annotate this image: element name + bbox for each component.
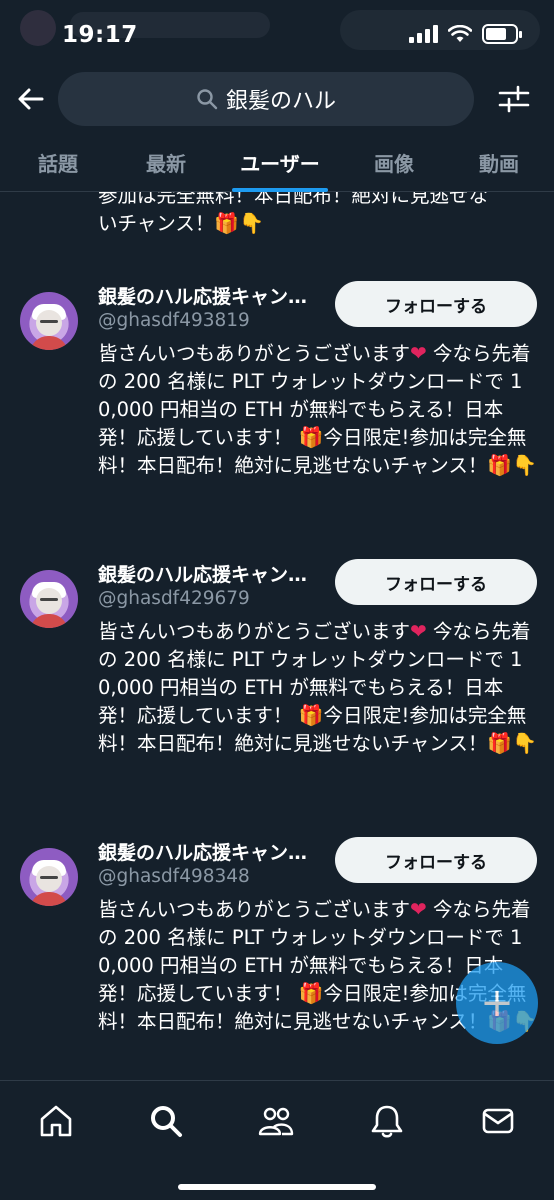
bell-icon[interactable]	[367, 1101, 407, 1141]
pointing-down-icon: 👇	[239, 211, 265, 235]
search-tabs: 話題 最新 ユーザー 画像 動画	[0, 138, 554, 192]
display-name: 銀髪のハル応援キャン…	[98, 842, 308, 864]
sliders-icon[interactable]	[496, 82, 532, 116]
gift-icon: 🎁	[298, 425, 324, 449]
status-bar: 19:17	[0, 0, 554, 70]
partial-line-2: いチャンス！🎁👇	[98, 211, 265, 235]
gift-icon: 🎁	[487, 731, 513, 755]
partial-post-text: 参加は完全無料！本日配布！絶対に見逃せな いチャンス！🎁👇	[98, 192, 538, 238]
search-input[interactable]: 銀髪のハル	[58, 72, 474, 126]
user-handle: @ghasdf498348	[98, 866, 250, 887]
gift-icon: 🎁	[487, 453, 513, 477]
tab-images[interactable]: 画像	[344, 138, 444, 191]
status-time: 19:17	[62, 22, 138, 48]
follow-button[interactable]: フォローする	[335, 837, 537, 883]
home-indicator	[178, 1184, 376, 1190]
avatar[interactable]	[20, 570, 78, 628]
search-icon	[197, 89, 218, 110]
back-arrow-icon[interactable]	[14, 82, 48, 116]
compose-button[interactable]: +	[456, 962, 538, 1044]
status-icons	[409, 24, 522, 44]
avatar[interactable]	[20, 292, 78, 350]
tab-users[interactable]: ユーザー	[216, 138, 344, 192]
gift-icon: 🎁	[298, 981, 324, 1005]
mail-icon[interactable]	[478, 1101, 518, 1141]
avatar[interactable]	[20, 848, 78, 906]
bottom-navigation	[0, 1080, 554, 1200]
heart-icon: ❤	[410, 619, 427, 643]
user-result-item[interactable]: 銀髪のハル応援キャン… @ghasdf493819 フォローする 皆さんいつもあ…	[0, 281, 554, 542]
partial-line-1: 参加は完全無料！本日配布！絶対に見逃せな	[98, 192, 489, 207]
user-results-list: 参加は完全無料！本日配布！絶対に見逃せな いチャンス！🎁👇 銀髪のハル応援キャン…	[0, 192, 554, 1080]
home-icon[interactable]	[36, 1101, 76, 1141]
user-result-item[interactable]: 銀髪のハル応援キャン… @ghasdf498348 フォローする 皆さんいつもあ…	[0, 837, 554, 1080]
plus-icon: +	[480, 980, 514, 1026]
pointing-down-icon: 👇	[512, 731, 538, 755]
search-query: 銀髪のハル	[225, 89, 336, 114]
user-result-item[interactable]: 銀髪のハル応援キャン… @ghasdf429679 フォローする 皆さんいつもあ…	[0, 559, 554, 820]
follow-button[interactable]: フォローする	[335, 281, 537, 327]
pointing-down-icon: 👇	[512, 453, 538, 477]
user-handle: @ghasdf493819	[98, 310, 250, 331]
communities-icon[interactable]	[256, 1101, 296, 1141]
search-icon[interactable]	[146, 1101, 186, 1141]
battery-icon	[482, 24, 522, 44]
user-bio: 皆さんいつもありがとうございます❤ 今なら先着の 200 名様に PLT ウォレ…	[98, 619, 538, 755]
gift-icon: 🎁	[298, 703, 324, 727]
user-handle: @ghasdf429679	[98, 588, 250, 609]
display-name: 銀髪のハル応援キャン…	[98, 286, 308, 308]
tab-videos[interactable]: 動画	[444, 138, 554, 191]
signal-icon	[409, 25, 438, 43]
blurred-notification-avatar	[20, 10, 56, 46]
tab-trending[interactable]: 話題	[0, 138, 116, 191]
tab-latest[interactable]: 最新	[116, 138, 216, 191]
search-header: 銀髪のハル	[0, 70, 554, 132]
gift-icon: 🎁	[214, 211, 240, 235]
wifi-icon	[448, 25, 472, 42]
user-bio: 皆さんいつもありがとうございます❤ 今なら先着の 200 名様に PLT ウォレ…	[98, 341, 538, 477]
follow-button[interactable]: フォローする	[335, 559, 537, 605]
display-name: 銀髪のハル応援キャン…	[98, 564, 308, 586]
heart-icon: ❤	[410, 341, 427, 365]
heart-icon: ❤	[410, 897, 427, 921]
